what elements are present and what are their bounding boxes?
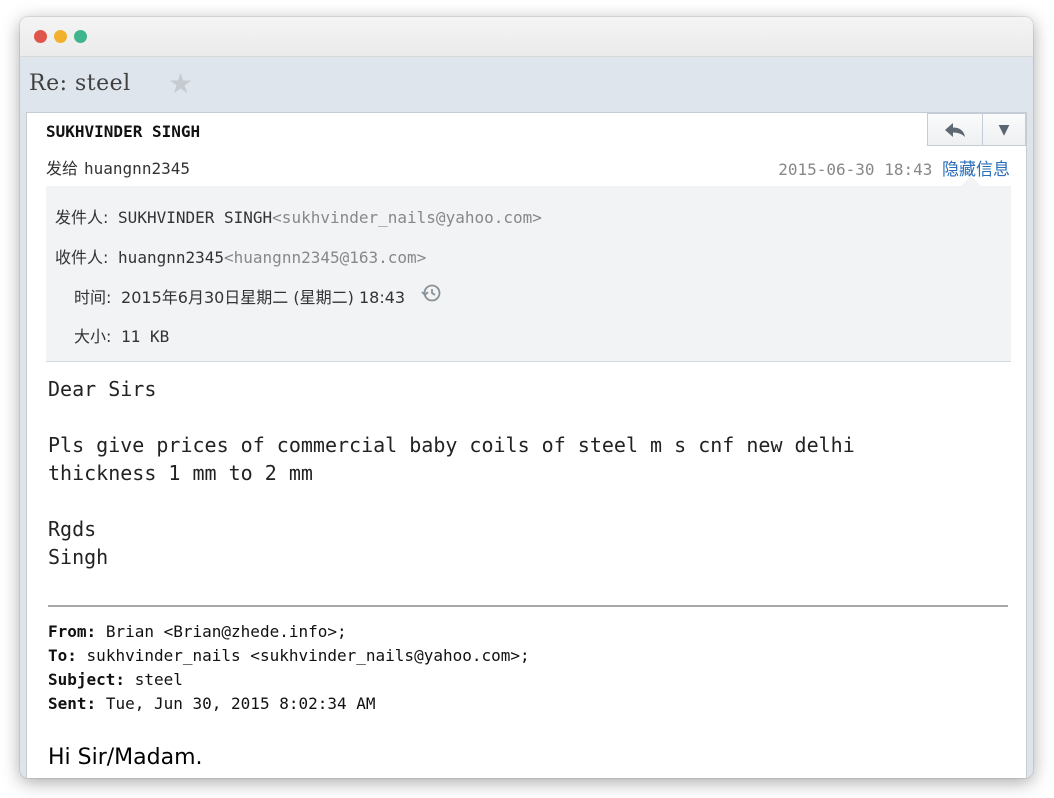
maximize-button[interactable]: [74, 30, 87, 43]
quoted-greeting: Hi Sir/Madam.: [48, 745, 203, 770]
subject-bar: Re: steel ★: [20, 57, 1033, 112]
details-panel: 发件人: SUKHVINDER SINGH<sukhvinder_nails@y…: [46, 176, 1011, 362]
details-from-label: 发件人:: [55, 208, 109, 227]
quoted-from-label: From:: [48, 622, 97, 641]
details-caret: [961, 176, 981, 186]
details-time-value: 2015年6月30日星期二 (星期二) 18:43: [121, 288, 406, 307]
mail-subject: Re: steel: [29, 71, 131, 96]
details-size-value: 11 KB: [121, 327, 170, 346]
history-icon[interactable]: [421, 283, 441, 308]
quoted-subject-label: Subject:: [48, 670, 126, 689]
reply-icon[interactable]: [928, 114, 983, 145]
quoted-to-label: To:: [48, 646, 77, 665]
quoted-header: From: Brian <Brian@zhede.info>; To: sukh…: [48, 620, 530, 716]
star-icon[interactable]: ★: [168, 67, 193, 100]
title-bar: [20, 17, 1033, 57]
details-from-name[interactable]: SUKHVINDER SINGH: [118, 208, 272, 227]
details-to-name[interactable]: huangnn2345: [118, 248, 224, 267]
reply-actions: ▼: [927, 113, 1026, 146]
mail-date: 2015-06-30 18:43: [778, 160, 933, 179]
body-line: thickness 1 mm to 2 mm: [48, 461, 313, 485]
quote-divider: [48, 605, 1008, 607]
details-to-label: 收件人:: [55, 248, 109, 267]
details-time-label: 时间:: [74, 288, 112, 307]
sender-name[interactable]: SUKHVINDER SINGH: [46, 122, 200, 141]
to-label: 发给: [46, 159, 79, 178]
quoted-sent-value: Tue, Jun 30, 2015 8:02:34 AM: [105, 694, 376, 713]
minimize-button[interactable]: [54, 30, 67, 43]
body-line: Dear Sirs: [48, 377, 157, 401]
quoted-subject-value: steel: [134, 670, 183, 689]
message-body: Dear Sirs Pls give prices of commercial b…: [48, 375, 855, 571]
message-card: SUKHVINDER SINGH ▼ 发给 huangnn2345 2015-06…: [26, 112, 1027, 778]
recipient-line: 发给 huangnn2345: [46, 155, 190, 179]
details-from-row: 发件人: SUKHVINDER SINGH<sukhvinder_nails@y…: [55, 204, 542, 228]
quoted-sent-label: Sent:: [48, 694, 97, 713]
chevron-down-icon[interactable]: ▼: [983, 114, 1025, 145]
quoted-from-value: Brian <Brian@zhede.info>;: [105, 622, 347, 641]
details-time-row: 时间: 2015年6月30日星期二 (星期二) 18:43: [74, 283, 441, 308]
close-button[interactable]: [34, 30, 47, 43]
details-to-email[interactable]: <huangnn2345@163.com>: [224, 248, 426, 267]
details-size-label: 大小:: [74, 327, 112, 346]
mail-window: Re: steel ★ SUKHVINDER SINGH ▼ 发给 huangnn…: [20, 17, 1033, 778]
body-line: Pls give prices of commercial baby coils…: [48, 433, 855, 457]
to-value[interactable]: huangnn2345: [84, 159, 190, 178]
body-line: Rgds: [48, 517, 97, 541]
details-size-row: 大小: 11 KB: [74, 323, 169, 347]
details-to-row: 收件人: huangnn2345<huangnn2345@163.com>: [55, 244, 426, 268]
body-line: Singh: [48, 545, 109, 569]
quoted-to-value: sukhvinder_nails <sukhvinder_nails@yahoo…: [86, 646, 530, 665]
details-from-email[interactable]: <sukhvinder_nails@yahoo.com>: [272, 208, 542, 227]
